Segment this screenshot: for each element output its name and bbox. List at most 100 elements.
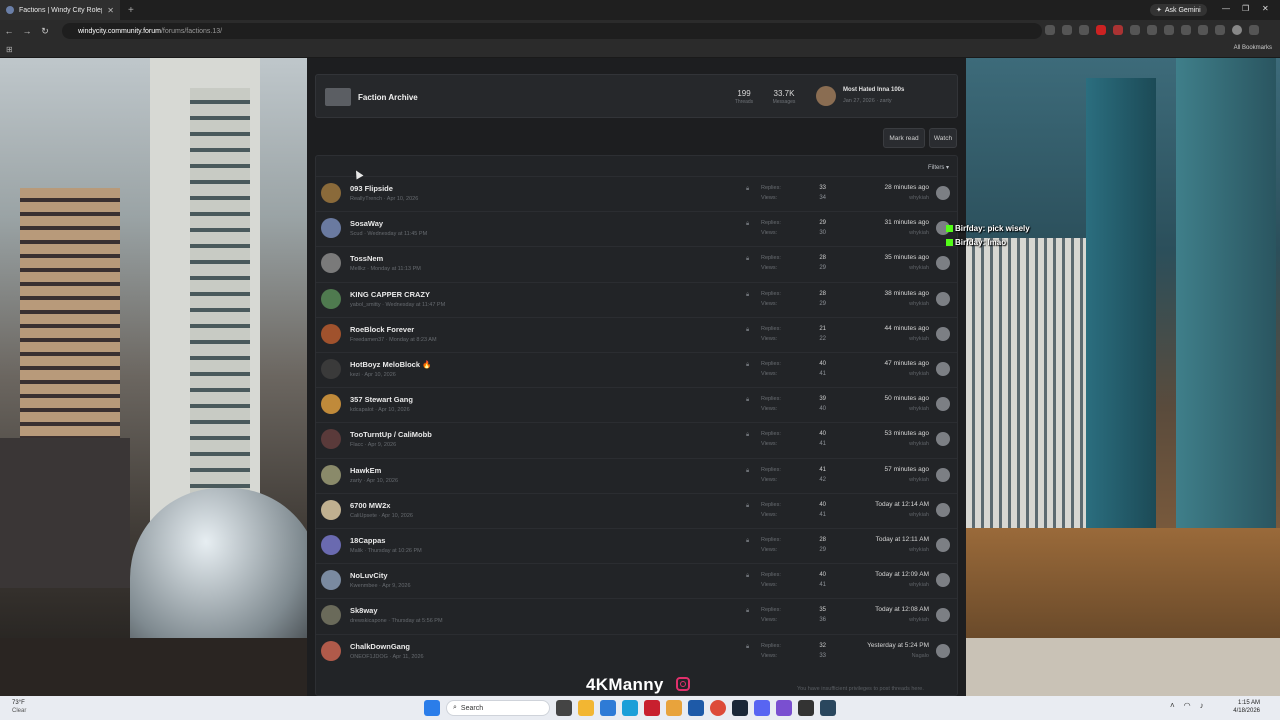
chrome-icon[interactable] [710,700,726,716]
ask-gemini-button[interactable]: ✦ Ask Gemini [1150,4,1207,16]
avatar[interactable] [936,326,950,341]
thread-row[interactable]: TooTurntUp / CaliMobb Flacc · Apr 9, 2026… [316,422,957,457]
menu-dots-icon[interactable] [1249,25,1259,35]
avatar[interactable] [321,570,341,591]
last-post-user[interactable]: whykiah [909,477,929,483]
taskbar-clock[interactable]: 1:15 AM 4/18/2026 [1233,699,1260,715]
last-post-user[interactable]: Nagalo [912,653,929,659]
edge-icon[interactable] [622,700,638,716]
forward-icon[interactable]: → [18,26,36,36]
app-icon[interactable] [688,700,704,716]
avatar[interactable] [321,323,341,344]
extension-icon[interactable] [1147,25,1157,35]
avatar[interactable] [936,291,950,306]
last-post-time[interactable]: 50 minutes ago [885,395,929,402]
last-post-user[interactable]: whykiah [909,512,929,518]
last-post-time[interactable]: 38 minutes ago [885,290,929,297]
avatar[interactable] [936,538,950,552]
thread-row[interactable]: HawkEm zarty · Apr 10, 2026 🔒︎ Replies: View… [316,457,957,493]
thread-title[interactable]: 357 Stewart Gang [350,395,413,404]
last-post-time[interactable]: Today at 12:09 AM [875,571,929,578]
thread-row[interactable]: 6700 MW2x CaliUpsete · Apr 10, 2026 🔒︎ Repl… [316,492,957,528]
avatar[interactable] [936,643,950,658]
download-icon[interactable] [1215,25,1225,35]
avatar[interactable] [936,467,950,482]
thread-title[interactable]: 093 Flipside [350,184,393,193]
last-post-time[interactable]: Today at 12:08 AM [875,606,929,613]
avatar[interactable] [321,464,341,485]
thread-row[interactable]: SosaWay Scud · Wednesday at 11:45 PM 🔒︎ Rep… [316,211,957,246]
file-explorer-icon[interactable] [578,700,594,716]
app-icon[interactable] [666,700,682,716]
last-post-user[interactable]: whykiah [909,547,929,553]
avatar[interactable] [936,432,950,447]
new-tab-icon[interactable]: + [128,5,134,16]
thread-row[interactable]: 18Cappas Malik · Thursday at 10:26 PM 🔒︎ Re… [316,528,957,563]
last-post-user[interactable]: whykiah [909,406,929,412]
thread-row[interactable]: TossNem Mellkz · Monday at 11:13 PM 🔒︎ Repl… [316,246,957,281]
terminal-icon[interactable] [798,700,814,716]
last-post-time[interactable]: 28 minutes ago [885,184,929,191]
thread-title[interactable]: TossNem [350,254,383,263]
last-post-time[interactable]: 44 minutes ago [885,325,929,332]
thread-title[interactable]: 6700 MW2x [350,501,390,510]
task-view-icon[interactable] [556,700,572,716]
avatar[interactable] [936,256,950,271]
subforum-row[interactable]: Faction Archive 199 Threads 33.7K Messag… [315,74,958,118]
last-post-time[interactable]: 47 minutes ago [885,360,929,367]
avatar[interactable] [321,288,341,309]
app-icon[interactable] [820,700,836,716]
apps-grid-icon[interactable]: ⊞ [6,45,13,54]
last-post-time[interactable]: Yesterday at 5:24 PM [867,642,929,649]
app-icon[interactable] [644,700,660,716]
avatar[interactable] [321,253,341,274]
extension-icon[interactable] [1045,25,1055,35]
extension-icon[interactable] [1096,25,1106,35]
browser-tab[interactable]: Factions | Windy City Roleplay ✕ [0,0,120,20]
minimize-icon[interactable]: — [1222,4,1230,13]
last-post-user[interactable]: whykiah [909,617,929,623]
last-post-time[interactable]: Today at 12:14 AM [875,501,929,508]
extension-icon[interactable] [1113,25,1123,35]
reload-icon[interactable]: ↻ [36,26,54,37]
zoom-icon[interactable] [1062,25,1072,35]
discord-icon[interactable] [754,700,770,716]
thread-row[interactable]: HotBoyz MeloBlock 🔥 kezi · Apr 10, 2026 🔒︎… [316,352,957,387]
close-window-icon[interactable]: ✕ [1262,4,1269,13]
extension-icon[interactable] [1130,25,1140,35]
thread-row[interactable]: 357 Stewart Gang kdcapalot · Apr 10, 2026… [316,387,957,422]
thread-title[interactable]: NoLuvCity [350,571,388,580]
thread-title[interactable]: SosaWay [350,219,383,228]
mark-read-button[interactable]: Mark read [883,128,925,148]
app-icon[interactable] [776,700,792,716]
thread-title[interactable]: HawkEm [350,466,381,475]
last-post-user[interactable]: whykiah [909,265,929,271]
thread-row[interactable]: KING CAPPER CRAZY yabol_smitty · Wednesda… [316,281,957,317]
volume-icon[interactable]: ♪ [1200,701,1204,710]
maximize-icon[interactable]: ❐ [1242,4,1249,13]
watch-button[interactable]: Watch [929,128,957,148]
bookmark-star-icon[interactable] [1079,25,1089,35]
steam-icon[interactable] [732,700,748,716]
all-bookmarks-link[interactable]: All Bookmarks [1234,45,1272,51]
thread-title[interactable]: KING CAPPER CRAZY [350,290,430,299]
last-post-user[interactable]: whykiah [909,336,929,342]
extensions-puzzle-icon[interactable] [1181,25,1191,35]
wifi-icon[interactable]: ◠ [1184,701,1191,710]
last-post-user[interactable]: whykiah [909,230,929,236]
thread-title[interactable]: HotBoyz MeloBlock 🔥 [350,360,431,369]
thread-title[interactable]: Sk8way [350,606,378,615]
last-post-time[interactable]: 31 minutes ago [885,219,929,226]
avatar[interactable] [321,499,341,520]
last-post-user[interactable]: whykiah [909,195,929,201]
thread-title[interactable]: 18Cappas [350,536,385,545]
avatar[interactable] [936,608,950,623]
avatar[interactable] [936,573,950,588]
last-post-time[interactable]: 35 minutes ago [885,254,929,261]
avatar[interactable] [936,397,950,412]
avatar[interactable] [321,183,341,203]
last-post-user[interactable]: whykiah [909,371,929,377]
thread-row[interactable]: Sk8way drewskicapone · Thursday at 5:56 P… [316,598,957,633]
avatar[interactable] [816,86,836,106]
url-field[interactable]: windycity.community.forum/forums/faction… [62,23,1042,39]
